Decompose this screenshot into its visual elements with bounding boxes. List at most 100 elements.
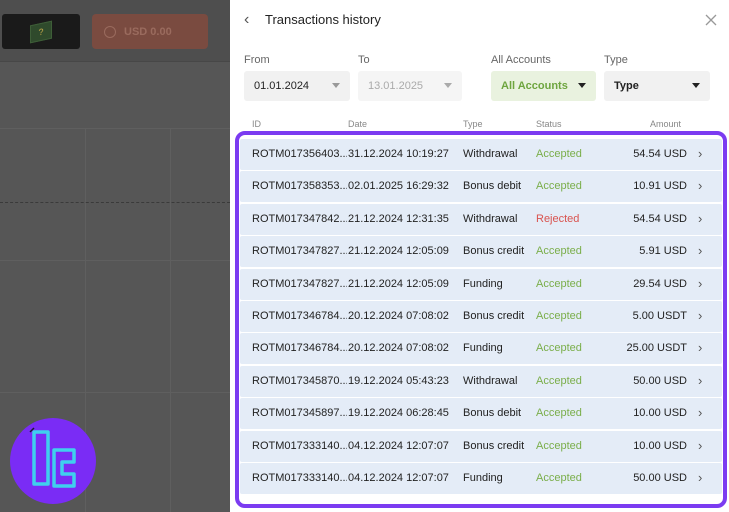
table-row[interactable]: ROTM017356403... 31.12.2024 10:19:27 Withd…	[240, 139, 722, 170]
transaction-status: Accepted	[536, 148, 582, 160]
column-header-status: Status	[536, 119, 562, 129]
table-row[interactable]: ROTM017347827... 21.12.2024 12:05:09 Fundi…	[240, 268, 722, 300]
transaction-type: Bonus debit	[463, 407, 522, 420]
type-value: Type	[614, 80, 639, 92]
transaction-amount: 10.00 USD	[633, 439, 687, 452]
transaction-type: Funding	[463, 342, 503, 355]
transaction-id: ROTM017356403...	[252, 148, 347, 160]
transaction-status: Accepted	[536, 180, 582, 193]
transaction-id: ROTM017345870...	[252, 374, 347, 387]
from-date-select[interactable]: 01.01.2024	[244, 71, 350, 101]
transaction-date: 19.12.2024 05:43:23	[348, 374, 449, 387]
transaction-status: Accepted	[536, 407, 582, 420]
balance-label: USD 0.00	[124, 25, 172, 38]
transaction-date: 21.12.2024 12:31:35	[348, 212, 449, 225]
column-header-type: Type	[463, 119, 483, 129]
transaction-id: ROTM017333140...	[252, 439, 347, 452]
type-select[interactable]: Type	[604, 71, 710, 101]
transaction-type: Bonus credit	[463, 245, 525, 258]
transaction-status: Accepted	[536, 277, 582, 290]
transaction-amount: 5.91 USD	[639, 245, 687, 258]
transaction-status: Accepted	[536, 245, 582, 258]
transaction-type: Bonus credit	[463, 310, 525, 322]
to-label: To	[358, 54, 370, 66]
transaction-status: Accepted	[536, 439, 582, 452]
transaction-id: ROTM017346784...	[252, 342, 347, 355]
transaction-type: Bonus debit	[463, 180, 522, 193]
transaction-amount: 54.54 USD	[633, 148, 687, 160]
chevron-right-icon: ›	[698, 340, 703, 356]
chevron-right-icon: ›	[698, 275, 703, 291]
caret-down-icon	[578, 83, 586, 88]
chevron-right-icon: ›	[698, 243, 703, 259]
chevron-right-icon: ›	[698, 178, 703, 194]
transaction-date: 04.12.2024 12:07:07	[348, 439, 449, 452]
transaction-type: Withdrawal	[463, 374, 518, 387]
transaction-type: Withdrawal	[463, 148, 518, 160]
transaction-type: Withdrawal	[463, 212, 518, 225]
transaction-id: ROTM017347842...	[252, 212, 347, 225]
background-topbar: ? USD 0.00	[0, 0, 230, 62]
transaction-date: 20.12.2024 07:08:02	[348, 310, 449, 322]
transaction-id: ROTM017333140...	[252, 472, 347, 484]
transaction-status: Accepted	[536, 342, 582, 355]
cube-icon: ?	[30, 20, 52, 43]
transaction-amount: 10.91 USD	[633, 180, 687, 193]
column-header-id: ID	[252, 119, 261, 129]
transaction-type: Funding	[463, 472, 503, 484]
from-label: From	[244, 54, 270, 66]
transaction-id: ROTM017345897...	[252, 407, 347, 420]
chevron-right-icon: ›	[698, 405, 703, 421]
transaction-amount: 50.00 USD	[633, 472, 687, 484]
table-row[interactable]: ROTM017333140... 04.12.2024 12:07:07 Bonus…	[240, 430, 722, 462]
transaction-amount: 54.54 USD	[633, 212, 687, 225]
panel-title: Transactions history	[265, 12, 381, 27]
caret-down-icon	[444, 83, 452, 88]
transaction-id: ROTM017347827...	[252, 277, 347, 290]
table-row[interactable]: ROTM017347827... 21.12.2024 12:05:09 Bonus…	[240, 236, 722, 268]
transaction-date: 20.12.2024 07:08:02	[348, 342, 449, 355]
app-logo: ?	[2, 14, 80, 49]
transaction-type: Funding	[463, 277, 503, 290]
accounts-select[interactable]: All Accounts	[491, 71, 596, 101]
transaction-amount: 10.00 USD	[633, 407, 687, 420]
transaction-date: 04.12.2024 12:07:07	[348, 472, 449, 484]
column-header-date: Date	[348, 119, 368, 129]
accounts-label: All Accounts	[491, 54, 551, 66]
transaction-date: 02.01.2025 16:29:32	[348, 180, 449, 193]
close-icon[interactable]	[702, 11, 720, 29]
table-row[interactable]: ROTM017346784... 20.12.2024 07:08:02 Bonus…	[240, 301, 722, 332]
table-row[interactable]: ROTM017346784... 20.12.2024 07:08:02 Fundi…	[240, 333, 722, 365]
accounts-value: All Accounts	[501, 80, 568, 92]
to-date-value: 13.01.2025	[368, 80, 424, 92]
transaction-date: 21.12.2024 12:05:09	[348, 245, 449, 258]
chevron-right-icon: ›	[698, 146, 703, 161]
transaction-status: Accepted	[536, 374, 582, 387]
chevron-right-icon: ›	[698, 437, 703, 453]
watermark-logo	[10, 418, 96, 504]
chevron-right-icon: ›	[698, 372, 703, 388]
transaction-date: 31.12.2024 10:19:27	[348, 148, 449, 160]
table-row[interactable]: ROTM017345897... 19.12.2024 06:28:45 Bonus…	[240, 398, 722, 430]
transaction-status: Accepted	[536, 310, 582, 322]
to-date-select[interactable]: 13.01.2025	[358, 71, 462, 101]
type-label: Type	[604, 54, 628, 66]
coin-icon	[104, 25, 116, 38]
transaction-status: Accepted	[536, 472, 582, 484]
from-date-value: 01.01.2024	[254, 80, 310, 92]
transaction-amount: 5.00 USDT	[632, 310, 687, 322]
chevron-left-icon[interactable]: ‹	[244, 10, 258, 30]
balance-button: USD 0.00	[92, 14, 208, 49]
chevron-right-icon: ›	[698, 210, 703, 226]
transaction-type: Bonus credit	[463, 439, 525, 452]
chevron-right-icon: ›	[698, 308, 703, 323]
price-line	[0, 202, 230, 203]
table-row[interactable]: ROTM017347842... 21.12.2024 12:31:35 Withd…	[240, 203, 722, 235]
column-header-amount: Amount	[650, 119, 682, 129]
transaction-amount: 50.00 USD	[633, 374, 687, 387]
table-row[interactable]: ROTM017345870... 19.12.2024 05:43:23 Withd…	[240, 365, 722, 397]
table-row[interactable]: ROTM017358353... 02.01.2025 16:29:32 Bonus…	[240, 171, 722, 203]
transaction-date: 19.12.2024 06:28:45	[348, 407, 449, 420]
table-row[interactable]: ROTM017333140... 04.12.2024 12:07:07 Fundi…	[240, 463, 722, 494]
transaction-id: ROTM017358353...	[252, 180, 347, 193]
